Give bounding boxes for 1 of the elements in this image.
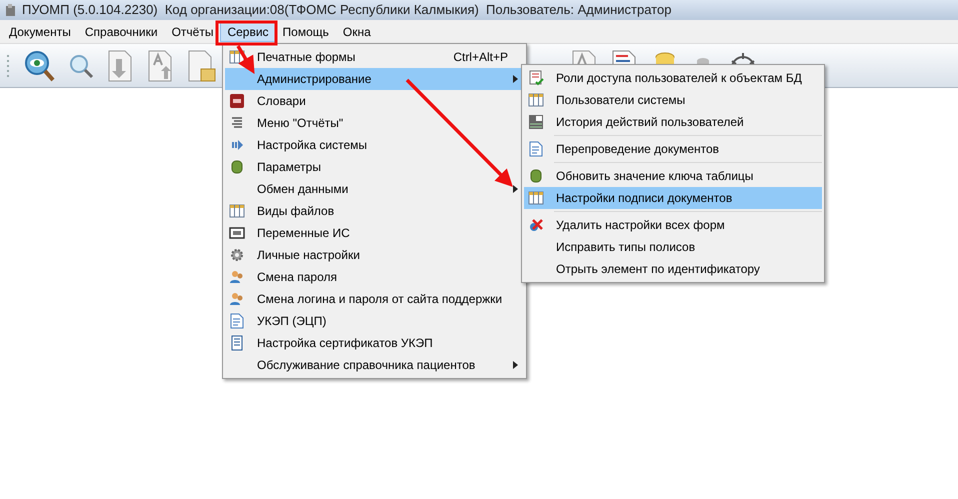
window-title: ПУОМП (5.0.104.2230) Код организации:08(ТФОМС Республики Калмыкия) Пользователь: Администратор <box>22 1 672 20</box>
